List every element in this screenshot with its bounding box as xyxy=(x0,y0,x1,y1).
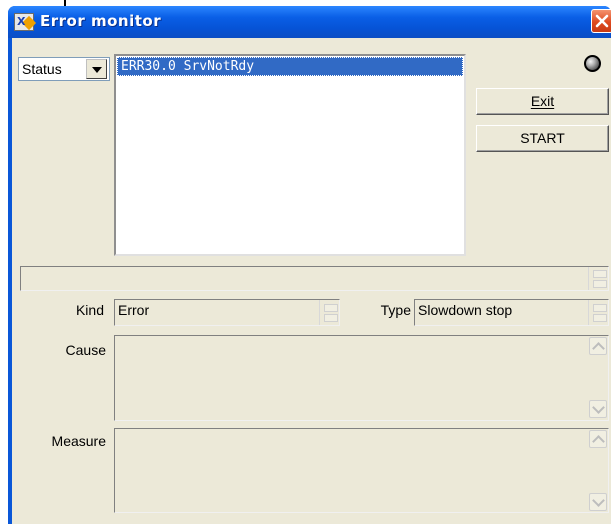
chevron-down-icon xyxy=(92,67,102,73)
cause-textarea[interactable] xyxy=(114,335,609,421)
status-lamp-icon xyxy=(584,55,601,72)
type-label: Type xyxy=(380,302,411,318)
chevron-up-icon xyxy=(592,342,605,355)
start-button[interactable]: START xyxy=(476,125,609,152)
chevron-down-icon xyxy=(592,494,605,507)
cause-scroll-down-button[interactable] xyxy=(589,400,607,418)
chevron-down-icon xyxy=(592,401,605,414)
status-select-value: Status xyxy=(22,61,62,77)
error-list-item[interactable]: ERR30.0 SrvNotRdy xyxy=(117,57,463,76)
message-spinner[interactable] xyxy=(588,267,608,290)
close-icon xyxy=(595,14,609,28)
measure-scroll-up-button[interactable] xyxy=(589,430,607,448)
type-spinner[interactable] xyxy=(588,300,608,325)
exit-button-label: Exit xyxy=(530,93,555,109)
app-icon: X xyxy=(14,13,37,31)
cause-scroll-up-button[interactable] xyxy=(589,337,607,355)
status-dropdown-button[interactable] xyxy=(86,59,107,79)
cause-label: Cause xyxy=(65,342,106,358)
window-title: Error monitor xyxy=(40,12,162,30)
exit-button[interactable]: Exit xyxy=(476,88,609,115)
close-button[interactable] xyxy=(591,9,611,33)
kind-label: Kind xyxy=(75,302,104,318)
chevron-up-icon xyxy=(592,435,605,448)
measure-scroll-down-button[interactable] xyxy=(589,493,607,511)
measure-label: Measure xyxy=(51,433,106,449)
type-field: Slowdown stop xyxy=(414,299,609,326)
start-button-label: START xyxy=(520,130,565,146)
measure-textarea[interactable] xyxy=(114,428,609,513)
kind-spinner[interactable] xyxy=(319,300,339,325)
error-list[interactable] xyxy=(114,54,466,256)
message-bar xyxy=(20,266,609,291)
kind-field: Error xyxy=(114,299,340,326)
